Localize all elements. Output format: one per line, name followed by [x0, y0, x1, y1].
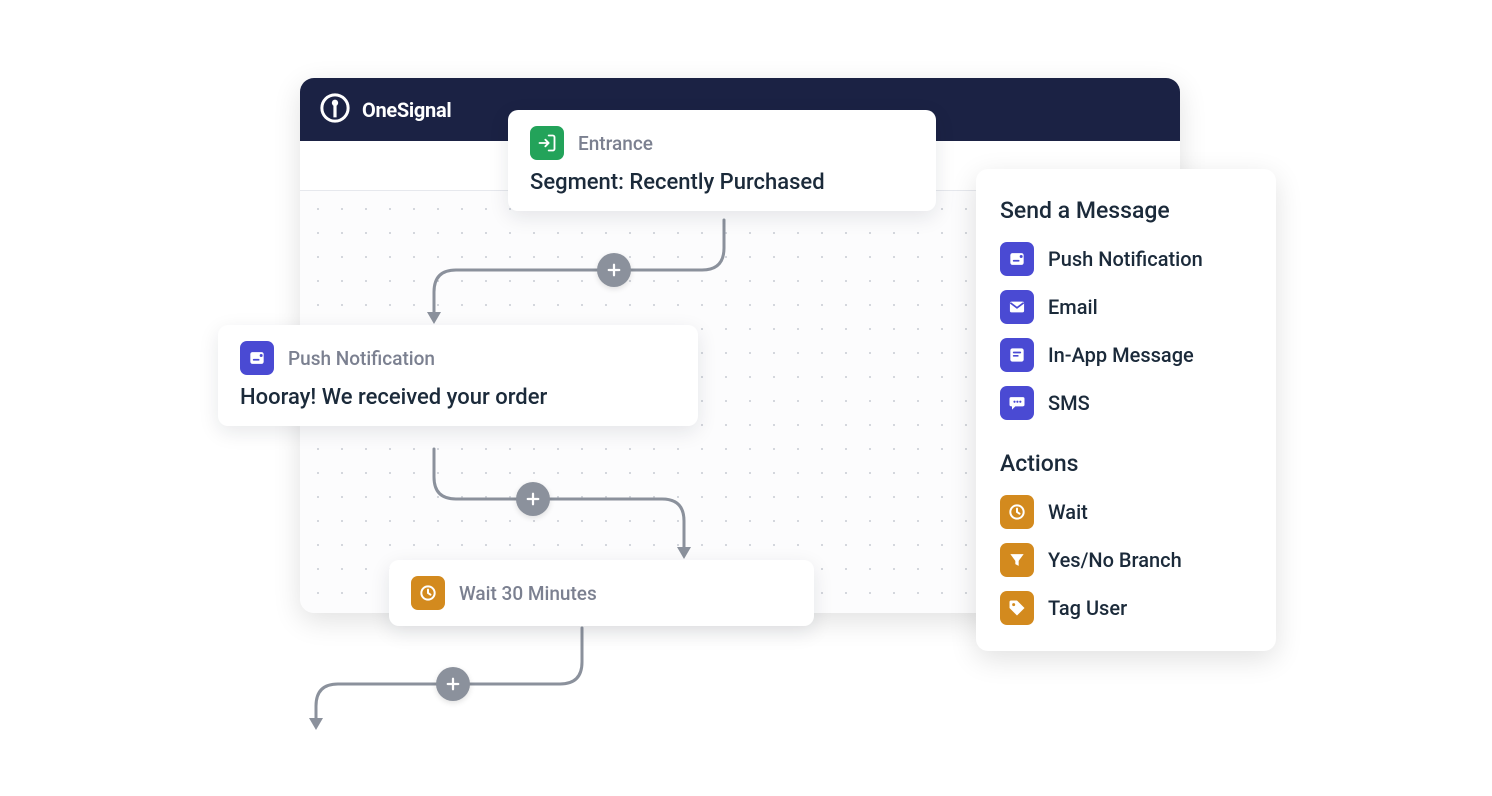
entrance-node[interactable]: Entrance Segment: Recently Purchased [508, 110, 936, 211]
panel-item-branch[interactable]: Yes/No Branch [1000, 543, 1252, 577]
wait-type-label: Wait 30 Minutes [459, 582, 597, 605]
clock-icon [1000, 495, 1034, 529]
send-heading: Send a Message [1000, 197, 1252, 224]
panel-item-inapp[interactable]: In-App Message [1000, 338, 1252, 372]
panel-item-label: In-App Message [1048, 343, 1194, 367]
panel-item-label: Email [1048, 295, 1098, 319]
onesignal-logo-icon [320, 93, 350, 127]
push-node[interactable]: Push Notification Hooray! We received yo… [218, 325, 698, 426]
add-step-button[interactable] [597, 253, 631, 287]
send-list: Push Notification Email In-App Message S… [1000, 242, 1252, 420]
email-icon [1000, 290, 1034, 324]
entrance-type-label: Entrance [578, 132, 653, 155]
actions-list: Wait Yes/No Branch Tag User [1000, 495, 1252, 625]
brand-name: OneSignal [362, 98, 451, 122]
add-step-button[interactable] [436, 667, 470, 701]
actions-heading: Actions [1000, 450, 1252, 477]
add-step-button[interactable] [516, 482, 550, 516]
panel-item-sms[interactable]: SMS [1000, 386, 1252, 420]
filter-icon [1000, 543, 1034, 577]
panel-item-label: Push Notification [1048, 247, 1203, 271]
panel-item-tag[interactable]: Tag User [1000, 591, 1252, 625]
tag-icon [1000, 591, 1034, 625]
wait-node[interactable]: Wait 30 Minutes [389, 560, 814, 626]
entrance-title: Segment: Recently Purchased [530, 170, 914, 195]
panel-item-wait[interactable]: Wait [1000, 495, 1252, 529]
panel-item-email[interactable]: Email [1000, 290, 1252, 324]
inapp-icon [1000, 338, 1034, 372]
panel-item-label: Wait [1048, 500, 1088, 524]
panel-item-label: Tag User [1048, 596, 1127, 620]
push-icon [1000, 242, 1034, 276]
push-title: Hooray! We received your order [240, 385, 676, 410]
panel-item-label: Yes/No Branch [1048, 548, 1182, 572]
clock-icon [411, 576, 445, 610]
panel-item-push[interactable]: Push Notification [1000, 242, 1252, 276]
entrance-icon [530, 126, 564, 160]
side-panel: Send a Message Push Notification Email I… [976, 169, 1276, 651]
push-icon [240, 341, 274, 375]
panel-item-label: SMS [1048, 391, 1090, 415]
sms-icon [1000, 386, 1034, 420]
push-type-label: Push Notification [288, 347, 435, 370]
